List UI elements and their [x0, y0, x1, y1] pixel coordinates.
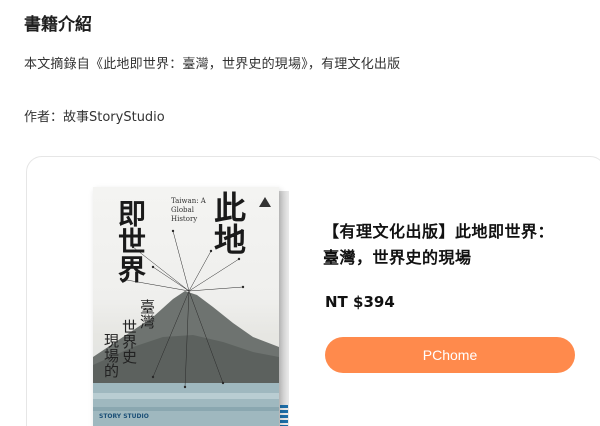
- section-heading: 書籍介紹: [24, 15, 92, 35]
- product-card: 此地 即世界 Taiwan: A Global History 臺灣 世界史 現…: [26, 156, 600, 426]
- book-spine: [279, 191, 289, 426]
- product-price: NT $394: [325, 293, 395, 311]
- cover-title-left: 即世界: [114, 199, 147, 283]
- author-line: 作者：故事StoryStudio: [24, 110, 165, 125]
- book-front-cover: 此地 即世界 Taiwan: A Global History 臺灣 世界史 現…: [93, 187, 279, 426]
- cover-subtitle-3: 現場的: [102, 333, 120, 378]
- cover-subtitle-1: 臺灣: [138, 299, 156, 329]
- cover-subtitle-2: 世界史: [120, 319, 138, 364]
- pchome-buy-button[interactable]: PChome: [325, 337, 575, 373]
- cover-title-right: 此地: [209, 191, 247, 255]
- product-title[interactable]: 【有理文化出版】此地即世界：臺灣，世界史的現場: [323, 219, 563, 271]
- cover-publisher-logo: STORY STUDIO: [99, 413, 149, 420]
- book-cover[interactable]: 此地 即世界 Taiwan: A Global History 臺灣 世界史 現…: [93, 187, 289, 426]
- excerpt-line: 本文摘錄自《此地即世界：臺灣，世界史的現場》，有理文化出版: [24, 57, 401, 72]
- cover-english-title: Taiwan: A Global History: [171, 197, 206, 223]
